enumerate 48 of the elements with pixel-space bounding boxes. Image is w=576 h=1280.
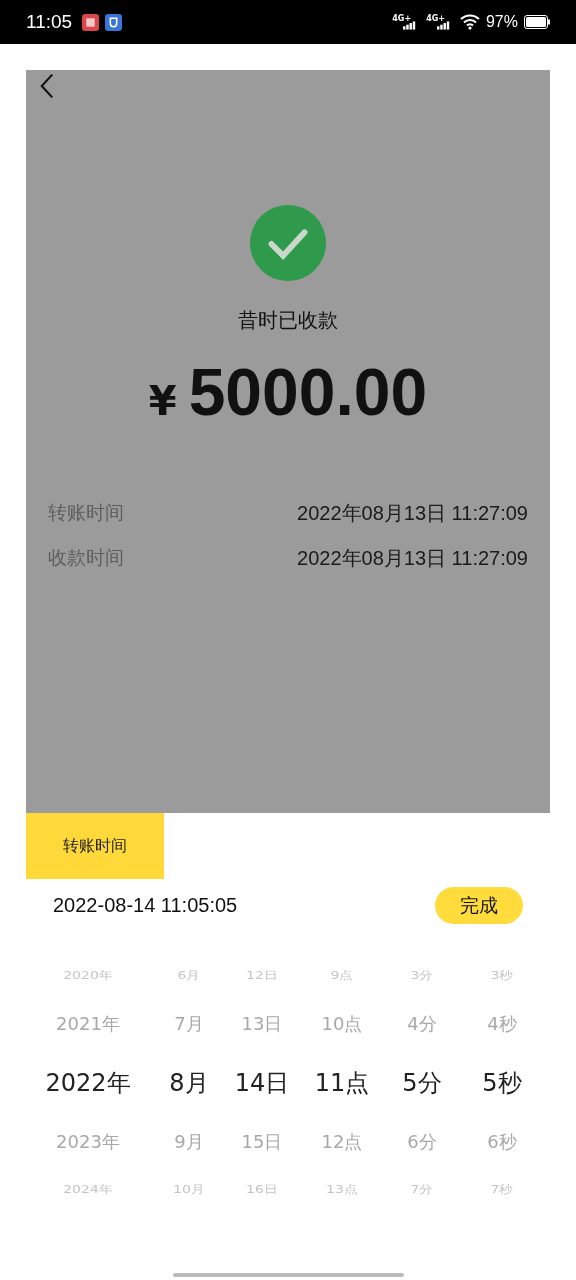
picker-option[interactable]: 4分 [407, 996, 437, 1052]
receipt-status: 昔时已收款 [238, 307, 338, 334]
picker-option[interactable]: 8月 [169, 1052, 209, 1114]
signal-icon [403, 20, 417, 30]
network-label: 4G+ [392, 14, 412, 23]
picker-option[interactable]: 15日 [241, 1114, 283, 1170]
detail-label: 转账时间 [48, 500, 124, 525]
picker-option[interactable]: 6秒 [487, 1114, 517, 1170]
picker-option[interactable]: 2023年 [56, 1114, 120, 1170]
picker-option[interactable]: 3秒 [490, 960, 514, 992]
detail-label: 收款时间 [48, 545, 124, 570]
battery-icon [524, 15, 550, 29]
picker-value: 2022-08-14 11:05:05 [53, 894, 238, 917]
picker-option[interactable]: 5秒 [482, 1052, 522, 1114]
picker-option[interactable]: 2020年 [63, 960, 113, 992]
battery-percent: 97% [485, 13, 518, 31]
picker-option[interactable]: 2021年 [56, 996, 120, 1052]
picker-option[interactable]: 5分 [402, 1052, 442, 1114]
picker-option[interactable]: 13点 [326, 1174, 358, 1206]
picker-option[interactable]: 12点 [321, 1114, 363, 1170]
picker-option[interactable]: 9点 [330, 960, 354, 992]
status-time: 11:05 [26, 11, 73, 33]
picker-option[interactable]: 6分 [407, 1114, 437, 1170]
signal-icon [436, 20, 450, 30]
check-circle-icon [249, 204, 327, 282]
picker-option[interactable]: 7秒 [490, 1174, 514, 1206]
picker-option[interactable]: 11点 [314, 1052, 370, 1114]
app-icon [82, 13, 100, 31]
picker-option[interactable]: 9月 [174, 1114, 204, 1170]
shield-app-icon [105, 13, 123, 31]
detail-value: 2022年08月13日 11:27:09 [297, 546, 528, 571]
picker-option[interactable]: 2022年 [45, 1052, 131, 1114]
picker-option[interactable]: 7分 [410, 1174, 434, 1206]
amount: 5000.00 [188, 354, 428, 430]
wifi-icon [459, 14, 480, 30]
currency-symbol: ¥ [148, 378, 177, 424]
picker-option[interactable]: 7月 [174, 996, 204, 1052]
picker-option[interactable]: 13日 [241, 996, 283, 1052]
picker-option[interactable]: 4秒 [487, 996, 517, 1052]
picker-option[interactable]: 2024年 [63, 1174, 113, 1206]
detail-value: 2022年08月13日 11:27:09 [297, 501, 528, 526]
picker-option[interactable]: 14日 [234, 1052, 290, 1114]
done-button[interactable]: 完成 [435, 887, 523, 924]
back-icon[interactable] [40, 72, 54, 100]
picker-option[interactable]: 3分 [410, 960, 434, 992]
picker-option[interactable]: 10点 [321, 996, 363, 1052]
picker-tab[interactable]: 转账时间 [26, 813, 164, 879]
network-label: 4G+ [426, 14, 445, 23]
